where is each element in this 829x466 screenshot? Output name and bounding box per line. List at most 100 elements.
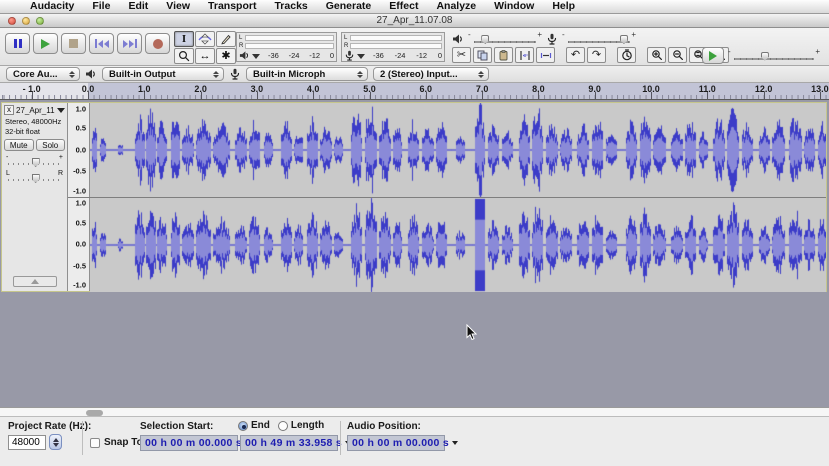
- menu-window[interactable]: Window: [485, 0, 543, 13]
- solo-button[interactable]: Solo: [36, 139, 66, 151]
- recording-meter[interactable]: L R -36-24-120: [341, 32, 445, 62]
- gain-slider[interactable]: - +: [6, 154, 63, 168]
- track-format-line2: 32-bit float: [2, 126, 67, 136]
- zoom-tool-button[interactable]: [174, 48, 194, 64]
- combo-arrows-icon: [355, 71, 365, 78]
- silence-audio-button[interactable]: [536, 47, 555, 63]
- speaker-icon: [452, 33, 464, 45]
- input-channels-select[interactable]: 2 (Stereo) Input...: [373, 67, 489, 81]
- minus-label: -: [728, 47, 731, 56]
- plus-label: +: [537, 30, 542, 39]
- length-radio[interactable]: Length: [278, 420, 324, 431]
- empty-project-area[interactable]: [0, 294, 829, 407]
- mute-button[interactable]: Mute: [4, 139, 34, 151]
- playback-speed-slider[interactable]: - +: [728, 50, 820, 62]
- field-dropdown-icon[interactable]: [452, 441, 458, 445]
- skip-to-end-button[interactable]: [117, 33, 142, 54]
- menu-edit[interactable]: Edit: [119, 0, 157, 13]
- input-volume-slider[interactable]: - +: [562, 33, 636, 45]
- undo-icon: ↶: [571, 50, 580, 61]
- selection-end-field[interactable]: 00 h 49 m 33.958 s: [240, 435, 338, 451]
- selection-start-value: 00 h 00 m 00.000 s: [145, 437, 242, 449]
- zoom-in-button[interactable]: [647, 47, 666, 63]
- selection-tool-button[interactable]: I: [174, 31, 194, 47]
- paste-button[interactable]: [494, 47, 513, 63]
- menu-view[interactable]: View: [157, 0, 199, 13]
- multi-tool-button[interactable]: ✱: [216, 48, 236, 64]
- apple-menu-icon[interactable]: [10, 6, 21, 7]
- meter-dropdown-icon[interactable]: [357, 54, 365, 59]
- menu-effect[interactable]: Effect: [380, 0, 427, 13]
- channel-right[interactable]: 1.00.50.0-0.5-1.0: [68, 198, 826, 292]
- menu-tracks[interactable]: Tracks: [265, 0, 316, 13]
- selection-start-field[interactable]: 00 h 00 m 00.000 s: [140, 435, 238, 451]
- pan-slider[interactable]: L R: [6, 170, 63, 184]
- track-title[interactable]: 27_Apr_11.: [16, 106, 55, 115]
- play-at-speed-button[interactable]: [702, 47, 724, 64]
- menu-analyze[interactable]: Analyze: [427, 0, 485, 13]
- timeline-major-tick: [88, 92, 89, 99]
- skip-to-start-button[interactable]: [89, 33, 114, 54]
- menu-file[interactable]: File: [83, 0, 119, 13]
- playback-meter[interactable]: L R -36-24-120: [236, 32, 337, 62]
- playback-meter-right-bar: [245, 43, 334, 49]
- track-collapse-button[interactable]: [13, 276, 57, 287]
- timeline-major-tick: [201, 92, 202, 99]
- audio-track[interactable]: x 27_Apr_11. Stereo, 48000Hz 32-bit floa…: [1, 102, 827, 292]
- draw-tool-button[interactable]: [216, 31, 236, 47]
- play-button[interactable]: [33, 33, 58, 54]
- pause-button[interactable]: [5, 33, 30, 54]
- record-button[interactable]: [145, 33, 170, 54]
- recording-meter-right-bar: [350, 43, 442, 49]
- redo-icon: ↷: [592, 50, 601, 61]
- length-radio-dot[interactable]: [278, 421, 288, 431]
- waveform-left[interactable]: [90, 103, 826, 197]
- end-radio[interactable]: End: [238, 420, 270, 431]
- copy-button[interactable]: [473, 47, 492, 63]
- waveform-canvas: [90, 103, 826, 197]
- vertical-ruler-label: 0.0: [76, 145, 86, 154]
- project-rate-input[interactable]: [8, 435, 46, 450]
- audio-host-select[interactable]: Core Au...: [6, 67, 80, 81]
- gain-thumb[interactable]: [32, 158, 40, 167]
- timeline-major-tick: [257, 92, 258, 99]
- snap-to-checkbox[interactable]: [90, 438, 100, 448]
- waveform-right[interactable]: [90, 198, 826, 292]
- horizontal-scrollbar[interactable]: [0, 407, 829, 417]
- track-menu-icon[interactable]: [57, 108, 65, 113]
- audio-position-field[interactable]: 00 h 00 m 00.000 s: [347, 435, 445, 451]
- timeline-major-tick: [651, 92, 652, 99]
- project-rate-combo[interactable]: [8, 434, 62, 450]
- redo-button[interactable]: ↷: [587, 47, 606, 63]
- device-toolbar: Core Au... Built-in Output Built-in Micr…: [0, 66, 829, 83]
- cut-button[interactable]: ✂: [452, 47, 471, 63]
- envelope-tool-icon: [198, 33, 212, 45]
- meter-dropdown-icon[interactable]: [252, 54, 260, 59]
- menu-transport[interactable]: Transport: [199, 0, 265, 13]
- track-close-button[interactable]: x: [4, 105, 14, 115]
- horizontal-scrollbar-thumb[interactable]: [86, 410, 103, 416]
- cut-icon: ✂: [457, 50, 466, 61]
- undo-button[interactable]: ↶: [566, 47, 585, 63]
- sync-lock-button[interactable]: [617, 47, 636, 63]
- menu-help[interactable]: Help: [543, 0, 584, 13]
- timeshift-tool-button[interactable]: ↔: [195, 48, 215, 64]
- menu-generate[interactable]: Generate: [317, 0, 381, 13]
- output-volume-slider[interactable]: - +: [468, 33, 542, 45]
- pan-thumb[interactable]: [32, 174, 40, 183]
- input-device-select[interactable]: Built-in Microph: [246, 67, 368, 81]
- end-radio-dot[interactable]: [238, 421, 248, 431]
- menu-audacity[interactable]: Audacity: [21, 0, 83, 13]
- zoom-out-button[interactable]: [668, 47, 687, 63]
- stop-button[interactable]: [61, 33, 86, 54]
- channel-left[interactable]: 1.00.50.0-0.5-1.0: [68, 103, 826, 198]
- timeline-ruler[interactable]: - 1.00.01.02.03.04.05.06.07.08.09.010.01…: [0, 83, 829, 100]
- envelope-tool-button[interactable]: [195, 31, 215, 47]
- snap-to-control[interactable]: Snap To: [90, 437, 143, 448]
- output-device-select[interactable]: Built-in Output: [102, 67, 224, 81]
- zoom-tool-icon: [178, 50, 190, 62]
- project-rate-stepper[interactable]: [49, 434, 62, 450]
- trim-audio-button[interactable]: [515, 47, 534, 63]
- plus-label: +: [59, 154, 63, 161]
- timeline-minor-ticks: [0, 95, 829, 99]
